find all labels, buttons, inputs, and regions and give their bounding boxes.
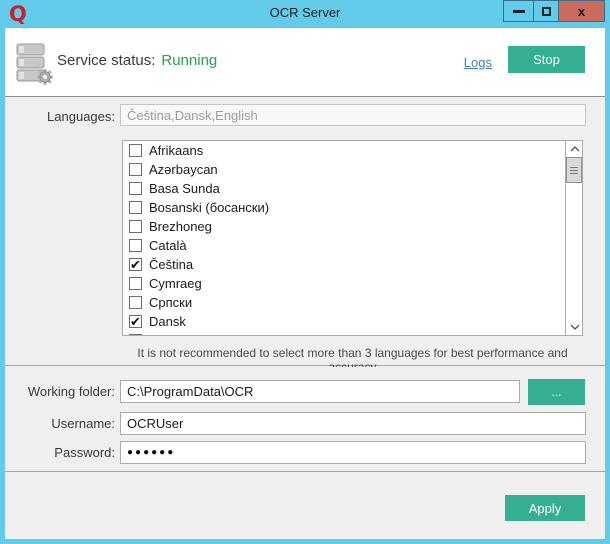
gear-icon (37, 69, 53, 85)
languages-label: Languages: (5, 109, 115, 124)
close-button[interactable]: x (559, 0, 605, 22)
browse-button[interactable]: ... (528, 379, 585, 405)
language-checkbox[interactable] (129, 163, 142, 176)
language-row[interactable]: Bosanski (босански) (123, 198, 566, 217)
language-checkbox[interactable] (129, 277, 142, 290)
settings-section: Working folder: ... Username: Password: (5, 367, 605, 472)
scroll-down-button[interactable] (566, 319, 583, 335)
language-checkbox[interactable]: ✔ (129, 315, 142, 328)
username-input[interactable] (120, 412, 586, 435)
language-row[interactable]: Basa Sunda (123, 179, 566, 198)
apply-section: Apply (5, 473, 605, 539)
language-label: Српски (149, 295, 192, 310)
language-checkbox[interactable] (129, 220, 142, 233)
working-folder-label: Working folder: (5, 384, 115, 399)
service-status-section: Service status:Running Logs Stop (5, 28, 605, 97)
close-icon: x (578, 4, 585, 19)
chevron-down-icon (570, 324, 580, 330)
language-label: Brezhoneg (149, 219, 212, 234)
language-label: Basa Sunda (149, 181, 220, 196)
languages-section: Languages: Afrikaans Azərbaycan Basa Sunda… (5, 98, 605, 366)
language-row[interactable]: ✔ Čeština (123, 255, 566, 274)
language-checkbox[interactable] (129, 201, 142, 214)
language-label: Cymraeg (149, 276, 202, 291)
language-label: Deutsch (149, 333, 197, 336)
language-checkbox[interactable] (129, 239, 142, 252)
language-label: Dansk (149, 314, 186, 329)
language-checkbox[interactable]: ✔ (129, 258, 142, 271)
language-label: Afrikaans (149, 143, 203, 158)
service-status-label: Service status:Running (57, 52, 217, 69)
chevron-up-icon (570, 146, 580, 152)
logs-link[interactable]: Logs (464, 55, 492, 70)
language-row[interactable]: Српски (123, 293, 566, 312)
selected-languages-input[interactable] (120, 104, 586, 126)
thumb-grip (570, 167, 578, 168)
language-row[interactable]: Brezhoneg (123, 217, 566, 236)
language-row[interactable]: Català (123, 236, 566, 255)
language-row[interactable]: ✔ Dansk (123, 312, 566, 331)
server-database-icon (14, 42, 56, 86)
language-checkbox[interactable] (129, 334, 142, 336)
scrollbar[interactable] (565, 141, 582, 335)
apply-button[interactable]: Apply (505, 495, 585, 521)
password-input[interactable] (120, 441, 586, 464)
language-row[interactable]: Afrikaans (123, 141, 566, 160)
language-label: Català (149, 238, 187, 253)
password-label: Password: (5, 445, 115, 460)
language-row[interactable]: Cymraeg (123, 274, 566, 293)
titlebar[interactable]: Q OCR Server x (0, 0, 610, 28)
language-row[interactable]: Deutsch (123, 331, 566, 336)
language-listbox[interactable]: Afrikaans Azərbaycan Basa Sunda Bosanski (б… (122, 140, 583, 336)
service-status-value: Running (161, 52, 217, 69)
window-controls: x (503, 0, 605, 22)
client-area: Service status:Running Logs Stop Languag… (5, 28, 605, 539)
stop-button[interactable]: Stop (508, 46, 585, 73)
language-checkbox[interactable] (129, 144, 142, 157)
maximize-icon (542, 7, 551, 16)
language-list: Afrikaans Azərbaycan Basa Sunda Bosanski (б… (123, 141, 566, 336)
maximize-button[interactable] (533, 0, 559, 22)
language-checkbox[interactable] (129, 182, 142, 195)
language-row[interactable]: Azərbaycan (123, 160, 566, 179)
minimize-icon (513, 10, 525, 13)
language-checkbox[interactable] (129, 296, 142, 309)
minimize-button[interactable] (503, 0, 533, 22)
ocr-server-window: Q OCR Server x (0, 0, 610, 544)
username-label: Username: (5, 416, 115, 431)
language-label: Bosanski (босански) (149, 200, 269, 215)
language-label: Azərbaycan (149, 162, 218, 177)
scroll-up-button[interactable] (566, 141, 583, 157)
scrollbar-thumb[interactable] (566, 157, 582, 183)
language-label: Čeština (149, 257, 193, 272)
working-folder-input[interactable] (120, 380, 520, 403)
